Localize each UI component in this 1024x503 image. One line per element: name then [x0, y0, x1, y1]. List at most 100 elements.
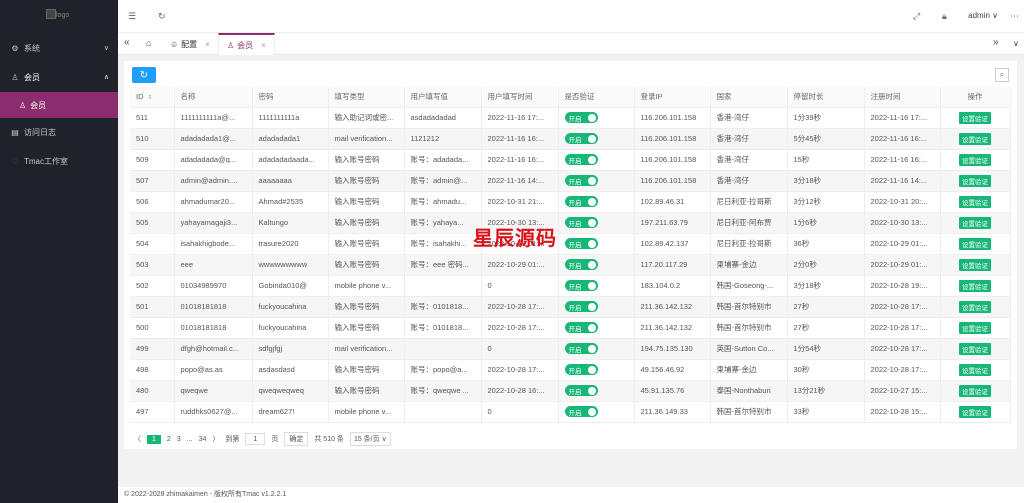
verify-toggle[interactable]: 开启 — [564, 322, 598, 333]
verify-toggle[interactable]: 开启 — [564, 196, 598, 207]
table-row[interactable]: 504 isahakhigbode... trasure2020 输入账号密码 账号：i… — [130, 233, 1011, 255]
sidebar-item-tmac-studio[interactable]: ♡ Tmac工作室 — [0, 147, 118, 176]
table-cell: 116.206.101.158 — [634, 128, 711, 150]
sidebar-item-access-log[interactable]: ▤ 访问日志 — [0, 118, 118, 147]
goto-confirm-button[interactable]: 确定 — [284, 432, 309, 446]
action-cell: 设置验证 — [940, 275, 1011, 297]
verify-cell: 开启 — [558, 359, 635, 381]
menu-toggle-icon[interactable]: ☰ — [128, 11, 136, 22]
set-verify-button[interactable]: 设置验证 — [959, 153, 991, 166]
tab-prev-icon[interactable]: « — [124, 37, 130, 48]
sidebar-item-label: Tmac工作室 — [24, 157, 68, 166]
chevron-up-icon: ∧ — [103, 74, 109, 81]
sidebar-item-system[interactable]: ⚙ 系统 ∨ — [0, 34, 118, 63]
sort-icon[interactable]: ⇕ — [148, 95, 153, 101]
prev-page-icon[interactable]: 〈 — [134, 434, 141, 444]
table-cell: 输入账号密码 — [328, 254, 405, 276]
table-row[interactable]: 511 1111111111a@... 1111111111a 输入助记词或密... a… — [130, 107, 1011, 129]
verify-toggle[interactable]: 开启 — [564, 364, 598, 375]
table-cell: 01018181818 — [174, 296, 253, 318]
set-verify-button[interactable]: 设置验证 — [959, 321, 991, 334]
table-row[interactable]: 509 adadadada@q... adadadadaada... 输入账号密码 账号… — [130, 149, 1011, 171]
table-row[interactable]: 498 popo@as.as asdasdasd 输入账号密码 账号：popo@a...… — [130, 359, 1011, 381]
verify-toggle[interactable]: 开启 — [564, 406, 598, 417]
sidebar-item-member[interactable]: ♙ 会员 ∧ — [0, 63, 118, 92]
table-cell: 2022-10-28 17:... — [864, 359, 941, 381]
verify-toggle[interactable]: 开启 — [564, 301, 598, 312]
set-verify-button[interactable]: 设置验证 — [959, 237, 991, 250]
set-verify-button[interactable]: 设置验证 — [959, 300, 991, 313]
more-icon[interactable]: ⋯ — [1010, 11, 1019, 22]
search-icon[interactable]: ⌕ — [995, 68, 1009, 82]
verify-toggle[interactable]: 开启 — [564, 112, 598, 123]
fullscreen-icon[interactable]: ⤢ — [913, 11, 920, 22]
verify-toggle[interactable]: 开启 — [564, 259, 598, 270]
set-verify-button[interactable]: 设置验证 — [959, 279, 991, 292]
chevron-down-icon[interactable]: ∨ — [1013, 39, 1019, 48]
verify-toggle[interactable]: 开启 — [564, 238, 598, 249]
refresh-button[interactable]: ↻ — [132, 67, 156, 83]
admin-menu[interactable]: admin ∨ — [968, 11, 998, 20]
table-cell: 账号：isahakhi... — [404, 233, 482, 255]
tab-next-icon[interactable]: » — [993, 37, 999, 48]
set-verify-button[interactable]: 设置验证 — [959, 258, 991, 271]
table-cell: 2022-10-28 17:... — [864, 338, 941, 360]
table-cell: Ahmad#2535 — [252, 191, 329, 213]
page-1[interactable]: 1 — [147, 434, 161, 444]
table-row[interactable]: 510 adadadada1@... adadadada1 mail verifica… — [130, 128, 1011, 150]
tab-member[interactable]: ♙ 会员 × — [218, 33, 275, 55]
table-row[interactable]: 506 ahmadumar20... Ahmad#2535 输入账号密码 账号：ahma… — [130, 191, 1011, 213]
verify-toggle[interactable]: 开启 — [564, 154, 598, 165]
set-verify-button[interactable]: 设置验证 — [959, 174, 991, 187]
verify-toggle[interactable]: 开启 — [564, 385, 598, 396]
pagination: 〈 1 2 3 ... 34 〉 到第 1 页 确定 共 510 条 15 条/… — [134, 432, 397, 446]
verify-toggle[interactable]: 开启 — [564, 133, 598, 144]
set-verify-button[interactable]: 设置验证 — [959, 363, 991, 376]
verify-toggle[interactable]: 开启 — [564, 280, 598, 291]
verify-toggle[interactable]: 开启 — [564, 175, 598, 186]
page-3[interactable]: 3 — [177, 436, 181, 443]
page-34[interactable]: 34 — [199, 436, 207, 443]
set-verify-button[interactable]: 设置验证 — [959, 405, 991, 418]
next-page-icon[interactable]: 〉 — [212, 434, 219, 444]
lock-icon[interactable]: 🔒︎ — [942, 11, 947, 22]
table-row[interactable]: 503 eee wwwwwwwww 输入账号密码 账号：eee 密码... 2022-10… — [130, 254, 1011, 276]
table-cell: 2022-11-16 16:... — [481, 149, 559, 171]
table-row[interactable]: 505 yahayamagaji3... Kaltungo 输入账号密码 账号：yaha… — [130, 212, 1011, 234]
table-cell: 尼日利亚-阿布贾 — [710, 212, 788, 234]
table-row[interactable]: 499 dfgh@hotmail.c... sdfgjfgj mail verific… — [130, 338, 1011, 360]
set-verify-button[interactable]: 设置验证 — [959, 132, 991, 145]
verify-toggle[interactable]: 开启 — [564, 343, 598, 354]
verify-toggle[interactable]: 开启 — [564, 217, 598, 228]
verify-cell: 开启 — [558, 401, 635, 423]
page-2[interactable]: 2 — [167, 436, 171, 443]
table-row[interactable]: 502 01034989970 Gobinda010@ mobile phone v.… — [130, 275, 1011, 297]
column-header[interactable]: ID ⇕ — [130, 87, 175, 108]
table-cell: admin@admin.... — [174, 170, 253, 192]
set-verify-button[interactable]: 设置验证 — [959, 342, 991, 355]
table-cell: 211.36.142.132 — [634, 317, 711, 339]
set-verify-button[interactable]: 设置验证 — [959, 216, 991, 229]
goto-page-input[interactable]: 1 — [245, 433, 266, 445]
close-icon[interactable]: × — [261, 41, 266, 50]
tab-config[interactable]: ☺ 配置 × — [162, 33, 218, 55]
table-row[interactable]: 507 admin@admin.... aaaaaaaa 输入账号密码 账号：admin… — [130, 170, 1011, 192]
table-row[interactable]: 480 qweqwe qweqweqweq 输入账号密码 账号：qweqwe ... 20… — [130, 380, 1011, 402]
table-cell: 香港-湾仔 — [710, 170, 788, 192]
per-page-select[interactable]: 15 条/页 ∨ — [349, 432, 391, 446]
table-row[interactable]: 501 01018181818 fuckyoucahina 输入账号密码 账号：0101… — [130, 296, 1011, 318]
table-cell: 0 — [481, 275, 559, 297]
close-icon[interactable]: × — [205, 40, 210, 49]
home-icon[interactable]: ⌂ — [146, 38, 151, 48]
table-row[interactable]: 500 01018181818 fuckyoucahina 输入账号密码 账号：0101… — [130, 317, 1011, 339]
set-verify-button[interactable]: 设置验证 — [959, 195, 991, 208]
set-verify-button[interactable]: 设置验证 — [959, 111, 991, 124]
table-body: 511 1111111111a@... 1111111111a 输入助记词或密... a… — [130, 107, 1011, 423]
table-cell: adadadada@q... — [174, 149, 253, 171]
logo[interactable]: logo — [0, 0, 118, 34]
table-row[interactable]: 497 ruddhks0627@... dream627! mobile phone … — [130, 401, 1011, 423]
sidebar-subitem-member[interactable]: ♙ 会员 — [0, 92, 118, 118]
refresh-icon[interactable]: ↻ — [158, 11, 166, 22]
table-cell — [404, 338, 482, 360]
set-verify-button[interactable]: 设置验证 — [959, 384, 991, 397]
